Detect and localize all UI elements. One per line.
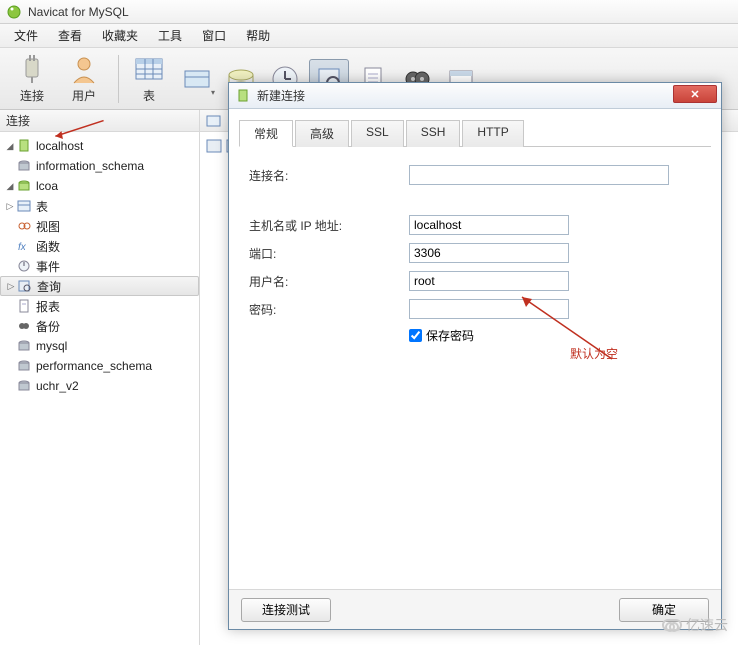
close-icon: ✕ [690, 88, 699, 101]
database-icon [16, 158, 32, 174]
tab-http[interactable]: HTTP [462, 120, 523, 147]
menu-favorites[interactable]: 收藏夹 [92, 24, 148, 47]
tab-general[interactable]: 常规 [239, 120, 293, 147]
events-icon [16, 258, 32, 274]
connection-tree[interactable]: ◢ localhost information_schema ◢ lcoa ▷ … [0, 132, 199, 645]
connection-form: 连接名: 主机名或 IP 地址: 端口: 用户名: 密码: [239, 147, 711, 354]
tree-performance-schema[interactable]: performance_schema [0, 356, 199, 376]
connect-label: 连接 [20, 87, 44, 104]
tab-advanced[interactable]: 高级 [295, 120, 349, 147]
tab-ssl[interactable]: SSL [351, 120, 404, 147]
menu-bar: 文件 查看 收藏夹 工具 窗口 帮助 [0, 24, 738, 48]
watermark: 亿速云 [662, 615, 728, 635]
connection-icon [235, 88, 251, 104]
new-connection-dialog: 新建连接 ✕ 常规 高级 SSL SSH HTTP 连接名: 主机名或 IP 地… [228, 82, 722, 630]
connect-button[interactable]: 连接 [8, 51, 56, 107]
menu-tools[interactable]: 工具 [148, 24, 192, 47]
dialog-titlebar[interactable]: 新建连接 ✕ [229, 83, 721, 109]
port-label: 端口: [249, 245, 409, 262]
tree-backups[interactable]: 备份 [0, 316, 199, 336]
plug-icon [16, 53, 48, 85]
tree-tables[interactable]: ▷ 表 [0, 196, 199, 216]
menu-help[interactable]: 帮助 [236, 24, 280, 47]
close-button[interactable]: ✕ [673, 85, 717, 103]
watermark-icon [662, 619, 682, 631]
backups-icon [16, 318, 32, 334]
host-input[interactable] [409, 215, 569, 235]
user-button[interactable]: 用户 [60, 51, 108, 107]
watermark-text: 亿速云 [686, 615, 728, 635]
tree-reports[interactable]: 报表 [0, 296, 199, 316]
database-icon [16, 378, 32, 394]
tree-uchr-v2[interactable]: uchr_v2 [0, 376, 199, 396]
content-item-icon[interactable] [206, 138, 222, 154]
menu-window[interactable]: 窗口 [192, 24, 236, 47]
table-icon [133, 53, 165, 85]
tree-events[interactable]: 事件 [0, 256, 199, 276]
dialog-footer: 连接测试 确定 [229, 589, 721, 629]
svg-text:fx: fx [18, 242, 27, 253]
annotation-text: 默认为空 [570, 345, 618, 362]
window-title: Navicat for MySQL [28, 5, 129, 19]
tree-functions[interactable]: fx 函数 [0, 236, 199, 256]
tables-icon [16, 198, 32, 214]
tree-information-schema[interactable]: information_schema [0, 156, 199, 176]
menu-view[interactable]: 查看 [48, 24, 92, 47]
connection-icon [16, 138, 32, 154]
tree-queries[interactable]: ▷ 查询 [0, 276, 199, 296]
user-icon [68, 53, 100, 85]
tree-mysql[interactable]: mysql [0, 336, 199, 356]
conn-name-input[interactable] [409, 165, 669, 185]
reports-icon [16, 298, 32, 314]
save-password-checkbox[interactable] [409, 329, 422, 342]
mini-open-icon[interactable] [206, 113, 222, 129]
tab-ssh[interactable]: SSH [406, 120, 461, 147]
table-button[interactable]: 表 [125, 51, 173, 107]
pass-input[interactable] [409, 299, 569, 319]
host-label: 主机名或 IP 地址: [249, 217, 409, 234]
database-icon [16, 358, 32, 374]
app-icon [6, 4, 22, 20]
tree-views[interactable]: 视图 [0, 216, 199, 236]
window-titlebar: Navicat for MySQL [0, 0, 738, 24]
connection-sidebar: 连接 ◢ localhost information_schema ◢ lcoa… [0, 110, 200, 645]
database-open-icon [16, 178, 32, 194]
dialog-tabs: 常规 高级 SSL SSH HTTP [239, 119, 711, 147]
menu-file[interactable]: 文件 [4, 24, 48, 47]
toolbar-separator [118, 55, 119, 103]
user-label: 用户名: [249, 273, 409, 290]
user-input[interactable] [409, 271, 569, 291]
functions-icon: fx [16, 238, 32, 254]
save-password-label: 保存密码 [426, 327, 474, 344]
pass-label: 密码: [249, 301, 409, 318]
dialog-title: 新建连接 [257, 87, 305, 104]
queries-icon [17, 278, 33, 294]
toolbar-view-button[interactable] [177, 59, 217, 99]
port-input[interactable] [409, 243, 569, 263]
conn-name-label: 连接名: [249, 167, 409, 184]
test-connection-button[interactable]: 连接测试 [241, 598, 331, 622]
tree-localhost[interactable]: ◢ localhost [0, 136, 199, 156]
table-label: 表 [143, 87, 155, 104]
tree-lcoa[interactable]: ◢ lcoa [0, 176, 199, 196]
views-icon [16, 218, 32, 234]
database-icon [16, 338, 32, 354]
